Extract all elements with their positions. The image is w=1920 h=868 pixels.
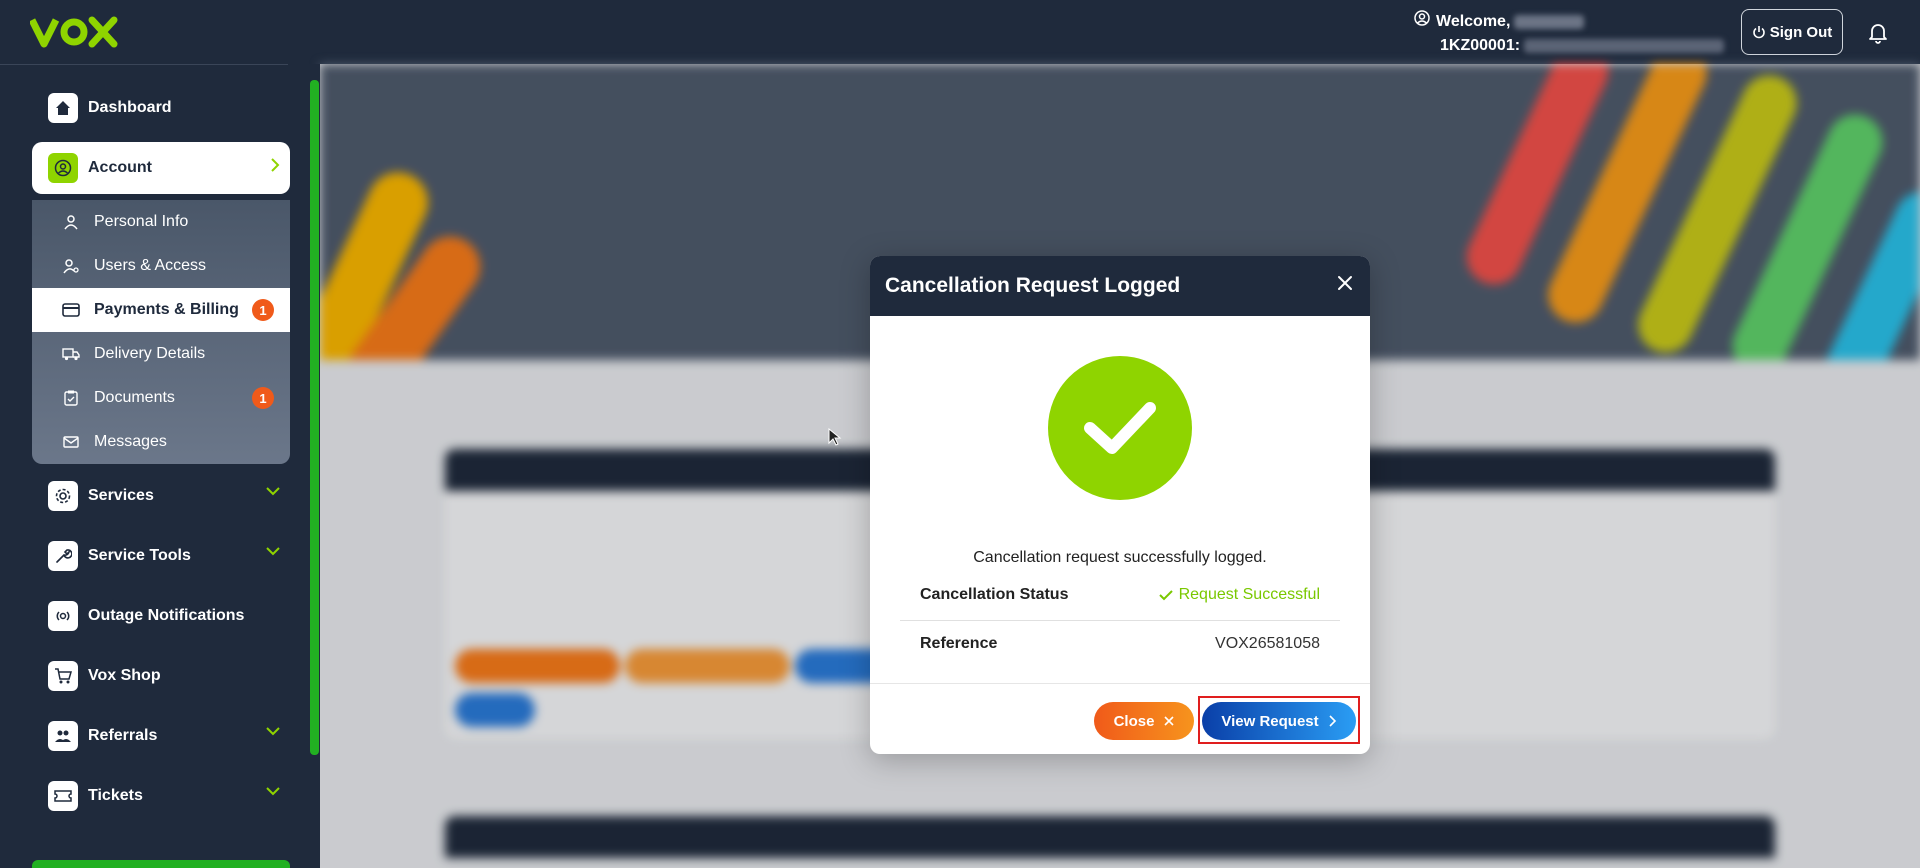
status-row: Cancellation Status Request Successful [920, 573, 1320, 617]
submenu-item-label: Delivery Details [94, 345, 206, 362]
user-circle-icon [48, 153, 78, 183]
welcome-label: Welcome, [1436, 13, 1511, 31]
card-icon [62, 303, 80, 317]
sidebar-bottom-button[interactable] [32, 860, 290, 868]
sidebar-item-tickets[interactable]: Tickets [32, 770, 290, 822]
row-divider [900, 620, 1340, 621]
status-label: Cancellation Status [920, 586, 1069, 603]
account-code: 1KZ00001: [1440, 37, 1521, 55]
redacted-account-name [1524, 39, 1725, 53]
submenu-item-delivery-details[interactable]: Delivery Details [32, 332, 290, 376]
truck-icon [62, 347, 80, 361]
submenu-item-label: Documents [94, 389, 175, 406]
chevron-down-icon [266, 487, 280, 496]
chevron-down-icon [266, 547, 280, 556]
submenu-item-users-access[interactable]: Users & Access [32, 244, 290, 288]
close-icon [1164, 716, 1174, 726]
sidebar-item-services[interactable]: Services [32, 470, 290, 522]
account-submenu: Personal Info Users & Access Payments & … [32, 200, 290, 464]
success-message: Cancellation request successfully logged… [973, 549, 1267, 566]
sidebar-item-label: Vox Shop [88, 667, 161, 684]
sidebar-item-label: Tickets [88, 787, 143, 804]
target-highlight-box [1198, 696, 1360, 744]
submenu-item-label: Payments & Billing [94, 301, 239, 318]
submenu-item-messages[interactable]: Messages [32, 420, 290, 464]
close-button-label: Close [1113, 712, 1155, 730]
sidebar-item-label: Dashboard [88, 99, 172, 116]
sidebar-scrollbar[interactable] [310, 80, 319, 755]
power-icon [1753, 26, 1765, 39]
chevron-down-icon [266, 727, 280, 736]
user-circle-icon [1414, 10, 1430, 34]
home-icon [48, 93, 78, 123]
submenu-item-documents[interactable]: Documents 1 [32, 376, 290, 420]
person-icon [62, 214, 80, 230]
sidebar-item-account[interactable]: Account [32, 142, 290, 194]
close-button[interactable]: Close [1094, 702, 1194, 740]
status-value-text: Request Successful [1178, 586, 1320, 603]
redacted-user-name [1514, 15, 1585, 29]
clipboard-icon [62, 390, 80, 406]
bell-icon[interactable] [1866, 20, 1890, 44]
sidebar-item-dashboard[interactable]: Dashboard [32, 82, 290, 134]
modal-title: Cancellation Request Logged [885, 274, 1181, 297]
modal-header: Cancellation Request Logged [870, 256, 1370, 316]
reference-label: Reference [920, 635, 998, 652]
status-value: Request Successful [1158, 586, 1320, 604]
mouse-cursor-icon [828, 428, 842, 446]
reference-value: VOX26581058 [1215, 635, 1320, 652]
sidebar-item-outage-notifications[interactable]: Outage Notifications [32, 590, 290, 642]
sidebar-item-vox-shop[interactable]: Vox Shop [32, 650, 290, 702]
reference-row: Reference VOX26581058 [920, 622, 1320, 666]
sidebar-item-label: Account [88, 159, 152, 176]
cancellation-modal: Cancellation Request Logged Cancellation… [870, 256, 1370, 754]
top-bar: Welcome, 1KZ00001: Sign Out [0, 0, 1920, 64]
sidebar-item-referrals[interactable]: Referrals [32, 710, 290, 762]
notification-badge: 1 [252, 299, 274, 321]
submenu-item-label: Personal Info [94, 213, 189, 230]
vox-logo[interactable] [30, 14, 120, 50]
mail-icon [62, 435, 80, 449]
success-check-icon [1048, 356, 1192, 500]
user-key-icon [62, 258, 80, 274]
submenu-item-label: Users & Access [94, 257, 207, 274]
submenu-item-personal-info[interactable]: Personal Info [32, 200, 290, 244]
checkmark-icon [1158, 590, 1173, 601]
ticket-icon [48, 781, 78, 811]
submenu-item-payments-billing[interactable]: Payments & Billing 1 [32, 288, 290, 332]
wrench-icon [48, 541, 78, 571]
sidebar-divider [0, 64, 288, 65]
chevron-right-icon [271, 158, 280, 172]
users-icon [48, 721, 78, 751]
sidebar-item-label: Service Tools [88, 547, 191, 564]
chevron-down-icon [266, 787, 280, 796]
cart-icon [48, 661, 78, 691]
submenu-item-label: Messages [94, 433, 167, 450]
sidebar-item-label: Services [88, 487, 154, 504]
signal-icon [48, 601, 78, 631]
sidebar-item-label: Outage Notifications [88, 607, 245, 624]
sidebar-item-service-tools[interactable]: Service Tools [32, 530, 290, 582]
close-icon[interactable] [1334, 272, 1356, 294]
sign-out-label: Sign Out [1769, 23, 1833, 41]
gear-icon [48, 481, 78, 511]
sidebar-item-label: Referrals [88, 727, 158, 744]
sign-out-button[interactable]: Sign Out [1741, 9, 1843, 55]
modal-footer-divider [870, 683, 1370, 684]
welcome-block: Welcome, 1KZ00001: [1414, 10, 1725, 58]
notification-badge: 1 [252, 387, 274, 409]
